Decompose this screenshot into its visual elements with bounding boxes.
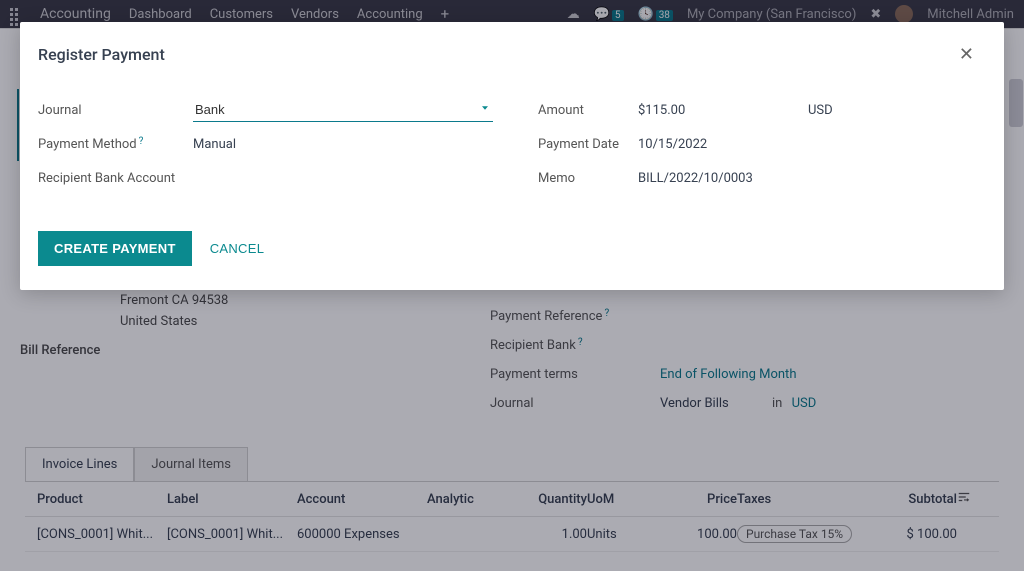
apps-icon[interactable]	[10, 8, 22, 20]
help-icon[interactable]: ?	[139, 136, 144, 147]
th-account[interactable]: Account	[297, 492, 427, 507]
nav-dashboard[interactable]: Dashboard	[129, 7, 192, 22]
tax-pill: Purchase Tax 15%	[737, 525, 852, 543]
vertical-scrollbar[interactable]	[1009, 79, 1023, 127]
table-header-row: Product Label Account Analytic Quantity …	[25, 482, 999, 517]
register-payment-modal: Register Payment ✕ Journal Payment Metho…	[20, 22, 1004, 290]
th-uom[interactable]: UoM	[587, 492, 647, 507]
memo-value[interactable]: BILL/2022/10/0003	[638, 171, 808, 186]
cell-subtotal: $ 100.00	[857, 527, 957, 542]
th-product[interactable]: Product	[37, 492, 167, 507]
journal-label: Journal	[38, 103, 193, 118]
nav-customers[interactable]: Customers	[210, 7, 273, 22]
amount-value[interactable]: $115.00	[638, 103, 808, 118]
cell-taxes: Purchase Tax 15%	[737, 525, 857, 543]
th-price[interactable]: Price	[647, 492, 737, 507]
activity-icon[interactable]: 🕓38	[638, 7, 673, 22]
tab-journal-items[interactable]: Journal Items	[134, 447, 248, 482]
chat-icon[interactable]: 💬5	[594, 7, 624, 22]
cancel-button[interactable]: CANCEL	[210, 241, 265, 256]
plus-icon[interactable]: +	[441, 5, 450, 23]
currency-value[interactable]: USD	[808, 103, 986, 118]
vendor-address: Fremont CA 94538 United States	[120, 293, 228, 329]
payment-terms-value[interactable]: End of Following Month	[660, 367, 816, 382]
bg-journal-value[interactable]: Vendor Bills	[660, 396, 729, 411]
settings-icon[interactable]: ✖	[870, 7, 881, 22]
bill-reference-label: Bill Reference	[20, 343, 100, 358]
cell-uom: Units	[587, 527, 647, 542]
nav-brand[interactable]: Accounting	[40, 6, 111, 22]
create-payment-button[interactable]: CREATE PAYMENT	[38, 231, 192, 266]
cell-label: [CONS_0001] Whit...	[167, 527, 297, 542]
recipient-bank-label: Recipient Bank?	[490, 338, 650, 353]
table-row[interactable]: [CONS_0001] Whit... [CONS_0001] Whit... …	[25, 517, 999, 552]
payment-method-value[interactable]: Manual	[193, 137, 528, 152]
address-line-1: Fremont CA 94538	[120, 293, 228, 308]
chevron-down-icon[interactable]	[479, 102, 491, 118]
cell-product: [CONS_0001] Whit...	[37, 527, 167, 542]
th-analytic[interactable]: Analytic	[427, 492, 507, 507]
help-icon[interactable]: ?	[578, 337, 583, 348]
in-word: in	[772, 396, 782, 411]
th-subtotal[interactable]: Subtotal	[857, 492, 957, 507]
memo-label: Memo	[538, 171, 638, 186]
journal-input[interactable]	[193, 98, 493, 122]
help-icon[interactable]: ?	[604, 308, 609, 319]
address-line-2: United States	[120, 314, 228, 329]
chat-badge: 5	[612, 10, 624, 21]
close-icon[interactable]: ✕	[953, 40, 980, 69]
nav-accounting[interactable]: Accounting	[357, 7, 423, 22]
company-switcher[interactable]: My Company (San Francisco)	[687, 7, 856, 22]
form-tabs: Invoice Lines Journal Items	[25, 447, 248, 482]
cell-price: 100.00	[647, 527, 737, 542]
bg-journal-label: Journal	[490, 396, 650, 411]
journal-field[interactable]	[193, 98, 493, 122]
payment-method-label: Payment Method?	[38, 137, 193, 152]
cell-account: 600000 Expenses	[297, 527, 427, 542]
amount-label: Amount	[538, 103, 638, 118]
username-label[interactable]: Mitchell Admin	[927, 7, 1014, 22]
th-taxes[interactable]: Taxes	[737, 492, 857, 507]
payment-reference-label: Payment Reference?	[490, 309, 650, 324]
payment-date-value[interactable]: 10/15/2022	[638, 137, 808, 152]
bg-currency[interactable]: USD	[792, 396, 817, 411]
avatar[interactable]	[895, 5, 913, 23]
activity-badge: 38	[656, 10, 673, 21]
tab-invoice-lines[interactable]: Invoice Lines	[25, 447, 134, 482]
payment-info-block: Payment Reference? Recipient Bank? Payme…	[490, 309, 816, 411]
payment-date-label: Payment Date	[538, 137, 638, 152]
left-accent-bar	[17, 89, 19, 161]
modal-right-column: Amount $115.00 USD Payment Date 10/15/20…	[538, 93, 986, 195]
modal-title: Register Payment	[38, 45, 165, 64]
bg-journal-value-row: Vendor Bills in USD	[660, 396, 816, 411]
cell-quantity: 1.00	[507, 527, 587, 542]
th-label[interactable]: Label	[167, 492, 297, 507]
th-quantity[interactable]: Quantity	[507, 492, 587, 507]
column-options-icon[interactable]	[957, 490, 987, 508]
invoice-lines-table: Product Label Account Analytic Quantity …	[25, 482, 999, 552]
recipient-bank-account-label: Recipient Bank Account	[38, 171, 193, 186]
payment-terms-label: Payment terms	[490, 367, 650, 382]
modal-left-column: Journal Payment Method? Manual Recipient…	[38, 93, 528, 195]
nav-vendors[interactable]: Vendors	[291, 7, 339, 22]
cloud-icon[interactable]: ☁	[567, 7, 580, 22]
